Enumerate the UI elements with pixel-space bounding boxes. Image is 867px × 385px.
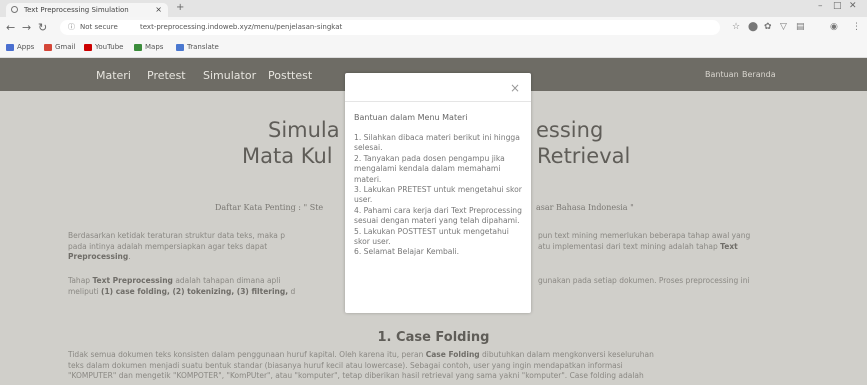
bookmark-apps[interactable]: Apps [6,43,34,51]
nav-pretest[interactable]: Pretest [147,69,186,82]
translate-icon [176,43,184,51]
security-label: Not secure [80,23,118,31]
modal-item: 1. Silahkan dibaca materi berikut ini hi… [354,133,520,153]
extension-icon[interactable]: ⬤ [748,22,758,32]
nav-simulator[interactable]: Simulator [203,69,256,82]
tab-favicon-icon [11,6,18,13]
modal-title: Bantuan dalam Menu Materi [354,113,468,122]
modal-item: 6. Selamat Belajar Kembali. [354,247,460,257]
bookmarks-bar: Apps Gmail YouTube Maps Translate [0,39,867,58]
tab-close-icon[interactable]: × [155,3,162,17]
nav-posttest[interactable]: Posttest [268,69,312,82]
back-icon[interactable]: ← [6,21,15,34]
browser-tab-bar: Text Preprocessing Simulation × + – □ ✕ [0,0,867,17]
nav-materi[interactable]: Materi [96,69,131,82]
maps-icon [134,43,142,51]
modal-item: 2. Tanyakan pada dosen pengampu jika men… [354,153,505,184]
apps-icon [6,43,14,51]
bookmark-star-icon[interactable]: ☆ [732,22,740,32]
window-close-icon[interactable]: ✕ [849,1,857,11]
extension-icon[interactable]: ▽ [780,22,787,32]
minimize-icon[interactable]: – [818,1,823,11]
forward-icon[interactable]: → [22,21,31,34]
modal-item: 3. Lakukan PRETEST untuk mengetahui skor… [354,185,522,205]
modal-divider [345,101,531,102]
bookmark-translate[interactable]: Translate [176,43,219,51]
profile-icon[interactable]: ◉ [830,22,838,32]
omnibox[interactable]: ⓘ Not secure text-preprocessing.indoweb.… [60,20,720,35]
nav-beranda[interactable]: Beranda [742,70,776,79]
browser-tab[interactable]: Text Preprocessing Simulation × [6,3,168,17]
extension-icon[interactable]: ▤ [796,22,805,32]
modal-item: 5. Lakukan POSTTEST untuk mengetahui sko… [354,226,509,247]
address-bar-row: ← → ↻ ⓘ Not secure text-preprocessing.in… [0,17,867,39]
bookmark-maps[interactable]: Maps [134,43,163,51]
gmail-icon [44,43,52,51]
modal-close-icon[interactable]: × [510,81,520,95]
reload-icon[interactable]: ↻ [38,21,47,34]
extension-icon[interactable]: ✿ [764,22,772,32]
new-tab-button[interactable]: + [176,2,184,13]
url-text[interactable]: text-preprocessing.indoweb.xyz/menu/penj… [140,20,342,35]
youtube-icon [84,43,92,51]
paragraph-case-folding: Tidak semua dokumen teks konsisten dalam… [68,350,654,380]
modal-body: 1. Silahkan dibaca materi berikut ini hi… [354,133,524,258]
section-title-case-folding: 1. Case Folding [377,330,490,345]
modal-item: 4. Pahami cara kerja dari Text Preproces… [354,205,522,226]
menu-icon[interactable]: ⋮ [852,22,861,32]
nav-bantuan[interactable]: Bantuan [705,70,739,79]
bookmark-youtube[interactable]: YouTube [84,43,123,51]
tab-title: Text Preprocessing Simulation [24,6,129,14]
help-modal: × Bantuan dalam Menu Materi 1. Silahkan … [345,73,531,313]
maximize-icon[interactable]: □ [833,1,842,11]
info-icon[interactable]: ⓘ [68,20,75,35]
bookmark-gmail[interactable]: Gmail [44,43,75,51]
